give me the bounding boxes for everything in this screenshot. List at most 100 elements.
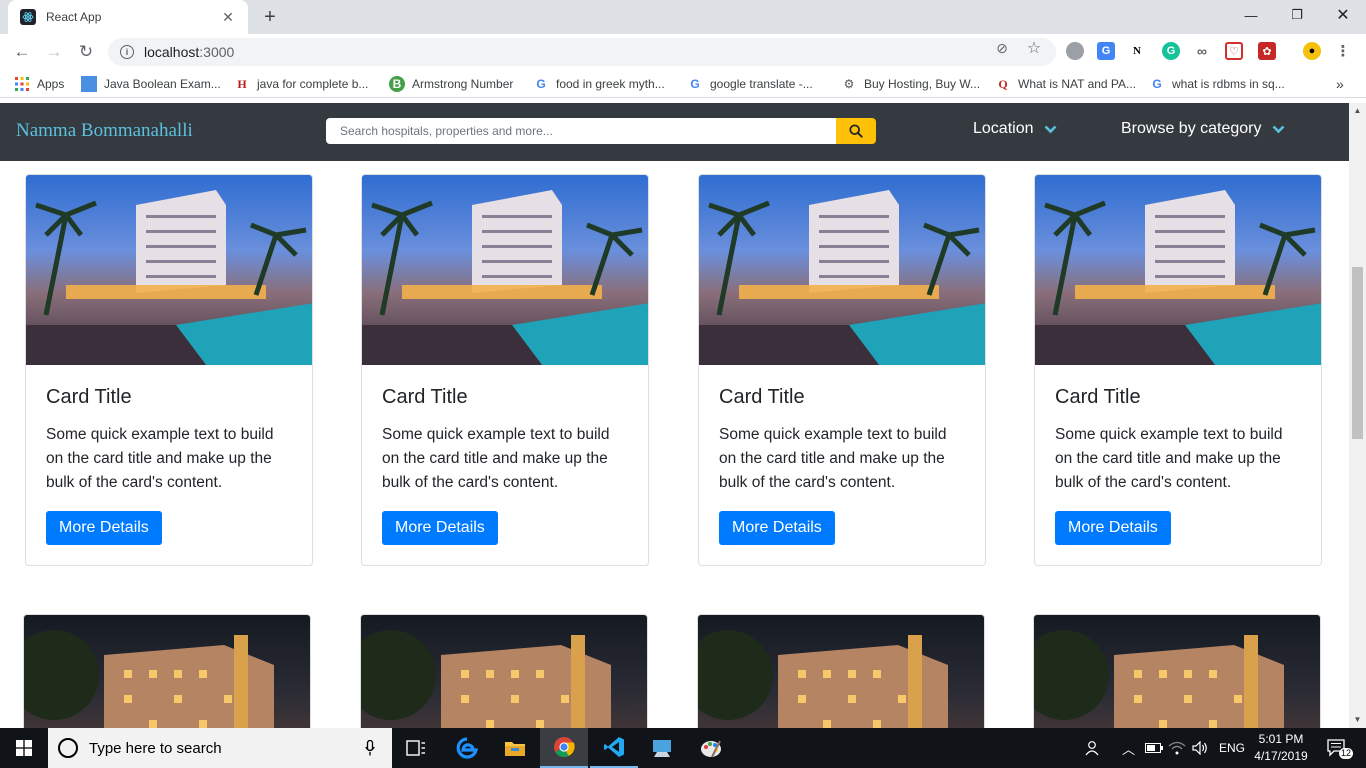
bookmark-armstrong[interactable]: B Armstrong Number xyxy=(389,76,513,92)
bookmark-rdbms[interactable]: G what is rdbms in sq... xyxy=(1149,76,1284,92)
tab-react-app[interactable]: React App ✕ xyxy=(8,0,248,34)
show-hidden-icons-chevron-icon[interactable]: ︿ xyxy=(1122,728,1135,768)
listing-card: Card Title Some quick example text to bu… xyxy=(361,174,649,566)
quora-icon: Q xyxy=(998,76,1008,91)
page-scrollbar[interactable]: ▲ ▼ xyxy=(1349,103,1366,728)
page-icon xyxy=(81,76,97,92)
b-icon: B xyxy=(389,76,405,92)
clock-date: 4/17/2019 xyxy=(1254,749,1308,763)
card-title: Card Title xyxy=(382,386,468,408)
site-info-icon[interactable]: i xyxy=(120,45,134,59)
restore-button[interactable]: ❐ xyxy=(1274,0,1320,30)
bookmarks-overflow-icon[interactable]: » xyxy=(1336,76,1344,92)
chrome-menu-icon[interactable]: ⋮ xyxy=(1334,42,1352,60)
site-brand[interactable]: Namma Bommanahalli xyxy=(16,120,193,142)
location-label: Location xyxy=(973,120,1034,137)
listing-card: Card Title Some quick example text to bu… xyxy=(25,174,313,566)
card-title: Card Title xyxy=(1055,386,1141,408)
chevron-down-icon xyxy=(1272,125,1285,134)
file-explorer-icon[interactable] xyxy=(491,728,539,768)
search-button[interactable] xyxy=(836,118,876,144)
link-extension-icon[interactable]: ∞ xyxy=(1193,42,1211,60)
vscode-icon[interactable] xyxy=(590,728,638,768)
cortana-icon xyxy=(58,738,78,758)
google-icon: G xyxy=(1152,77,1162,91)
bookmark-buy-hosting[interactable]: ⚙ Buy Hosting, Buy W... xyxy=(841,76,980,92)
card-text: Some quick example text to build on the … xyxy=(382,426,610,491)
tab-title: React App xyxy=(46,10,102,24)
apartment-building-image xyxy=(698,615,984,728)
profile-avatar[interactable]: ● xyxy=(1303,42,1321,60)
taskbar-search-box[interactable]: Type here to search xyxy=(48,728,392,768)
bookmark-java-boolean[interactable]: Java Boolean Exam... xyxy=(81,76,221,92)
hotel-pool-image xyxy=(362,175,648,365)
scrollbar-thumb[interactable] xyxy=(1352,267,1363,439)
people-icon[interactable] xyxy=(1085,728,1101,768)
notification-count-badge: 12 xyxy=(1339,748,1354,759)
bookmarks-bar: Apps Java Boolean Exam... H java for com… xyxy=(0,70,1366,98)
more-details-button[interactable]: More Details xyxy=(1055,511,1171,545)
google-icon: G xyxy=(690,77,700,91)
hl-icon: H xyxy=(237,76,247,91)
category-dropdown[interactable]: Browse by category xyxy=(1121,120,1285,138)
tab-close-icon[interactable]: ✕ xyxy=(220,9,236,26)
clock-time: 5:01 PM xyxy=(1258,732,1304,746)
forward-button[interactable]: → xyxy=(42,40,66,64)
scroll-up-icon[interactable]: ▲ xyxy=(1353,106,1362,115)
close-window-button[interactable]: ✕ xyxy=(1320,0,1366,30)
microphone-icon[interactable] xyxy=(360,740,380,756)
extension-icon[interactable] xyxy=(1066,42,1084,60)
bookmark-java-complete[interactable]: H java for complete b... xyxy=(234,76,368,92)
action-center-icon[interactable]: 12 xyxy=(1322,728,1354,768)
address-bar[interactable]: i localhost:3000 xyxy=(108,38,1056,66)
card-title: Card Title xyxy=(46,386,132,408)
taskbar-search-text: Type here to search xyxy=(89,739,222,757)
react-favicon-icon xyxy=(20,9,36,25)
ni-extension-icon[interactable]: N xyxy=(1128,42,1146,60)
new-tab-button[interactable]: + xyxy=(258,5,282,29)
start-button[interactable] xyxy=(0,728,48,768)
battery-icon[interactable] xyxy=(1145,728,1163,768)
listing-card xyxy=(1033,614,1321,728)
scroll-down-icon[interactable]: ▼ xyxy=(1353,715,1362,724)
bookmark-google-translate[interactable]: G google translate -... xyxy=(687,76,812,92)
more-details-button[interactable]: More Details xyxy=(382,511,498,545)
chrome-taskbar-icon[interactable] xyxy=(540,728,588,768)
tab-strip: React App ✕ + — ❐ ✕ xyxy=(0,0,1366,34)
pocket-icon[interactable]: ♡ xyxy=(1225,42,1243,60)
volume-icon[interactable] xyxy=(1192,728,1208,768)
hotel-pool-image xyxy=(699,175,985,365)
bookmark-apps[interactable]: Apps xyxy=(14,76,64,92)
apartment-building-image xyxy=(1034,615,1320,728)
bookmark-food-greek[interactable]: G food in greek myth... xyxy=(533,76,664,92)
listing-card xyxy=(697,614,985,728)
more-details-button[interactable]: More Details xyxy=(719,511,835,545)
apps-grid-icon xyxy=(14,76,30,92)
wifi-icon[interactable] xyxy=(1168,728,1186,768)
back-button[interactable]: ← xyxy=(10,40,34,64)
site-navbar: Namma Bommanahalli Location Browse by ca… xyxy=(0,103,1349,161)
translate-blocked-icon[interactable]: ⊘ xyxy=(994,40,1010,56)
bookmark-nat[interactable]: Q What is NAT and PA... xyxy=(995,76,1136,92)
pc-settings-icon[interactable] xyxy=(638,728,686,768)
minimize-button[interactable]: — xyxy=(1228,0,1274,30)
paint-icon[interactable] xyxy=(687,728,735,768)
edge-browser-icon[interactable] xyxy=(443,728,491,768)
hotel-pool-image xyxy=(1035,175,1321,365)
location-dropdown[interactable]: Location xyxy=(973,120,1057,138)
google-translate-icon[interactable]: G xyxy=(1097,42,1115,60)
task-view-icon[interactable] xyxy=(392,728,440,768)
more-details-button[interactable]: More Details xyxy=(46,511,162,545)
reload-button[interactable]: ↻ xyxy=(74,40,98,64)
card-text: Some quick example text to build on the … xyxy=(46,426,274,491)
image-extension-icon[interactable]: ✿ xyxy=(1258,42,1276,60)
system-clock[interactable]: 5:01 PM 4/17/2019 xyxy=(1246,731,1316,765)
grammarly-icon[interactable]: G xyxy=(1162,42,1180,60)
input-language[interactable]: ENG xyxy=(1219,728,1245,768)
search-input[interactable] xyxy=(326,118,836,144)
page-viewport: Namma Bommanahalli Location Browse by ca… xyxy=(0,103,1349,728)
card-title: Card Title xyxy=(719,386,805,408)
bookmark-star-icon[interactable]: ☆ xyxy=(1026,40,1042,57)
chevron-down-icon xyxy=(1044,125,1057,134)
apartment-building-image xyxy=(24,615,310,728)
